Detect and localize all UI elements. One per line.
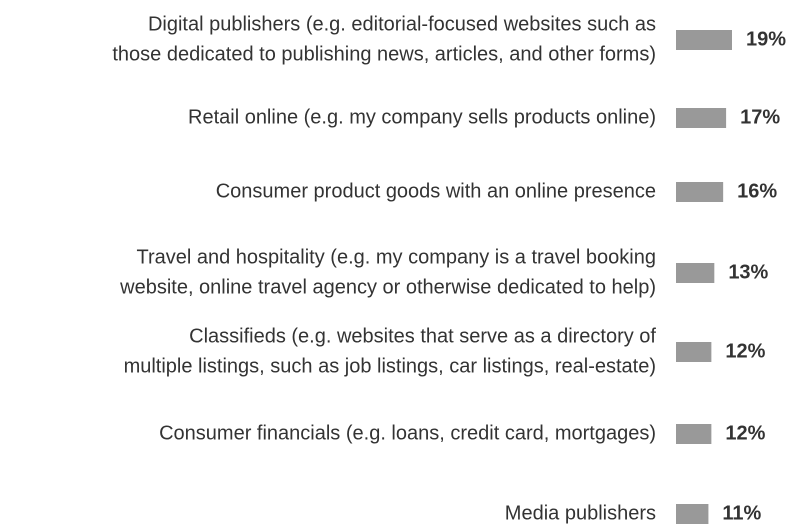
category-label-7: Media publishers bbox=[505, 502, 656, 524]
category-label-5-line-2: multiple listings, such as job listings,… bbox=[124, 355, 656, 377]
value-label-6: 12% bbox=[725, 422, 765, 444]
category-label-5-line-1: Classifieds (e.g. websites that serve as… bbox=[189, 325, 656, 347]
category-label-1-line-1: Digital publishers (e.g. editorial-focus… bbox=[148, 13, 656, 35]
bar-chart: 19% Digital publishers (e.g. editorial-fo… bbox=[112, 13, 786, 524]
value-label-4: 13% bbox=[728, 261, 768, 283]
bar-4 bbox=[676, 263, 715, 283]
bar-1 bbox=[676, 30, 732, 50]
bar-3 bbox=[676, 182, 724, 202]
value-label-2: 17% bbox=[740, 106, 780, 128]
value-label-1: 19% bbox=[746, 28, 786, 50]
category-label-2: Retail online (e.g. my company sells pro… bbox=[188, 106, 656, 128]
category-label-6: Consumer financials (e.g. loans, credit … bbox=[159, 422, 656, 444]
bar-2 bbox=[676, 108, 727, 128]
bar-6 bbox=[676, 424, 712, 444]
value-label-5: 12% bbox=[725, 340, 765, 362]
value-label-3: 16% bbox=[737, 180, 777, 202]
category-label-3: Consumer product goods with an online pr… bbox=[216, 180, 656, 202]
bar-5 bbox=[676, 342, 712, 362]
category-label-1-line-2: those dedicated to publishing news, arti… bbox=[112, 43, 656, 65]
category-label-4-line-2: website, online travel agency or otherwi… bbox=[119, 276, 656, 298]
bar-7 bbox=[676, 504, 709, 524]
category-label-4-line-1: Travel and hospitality (e.g. my company … bbox=[136, 246, 656, 268]
value-label-7: 11% bbox=[722, 502, 761, 524]
